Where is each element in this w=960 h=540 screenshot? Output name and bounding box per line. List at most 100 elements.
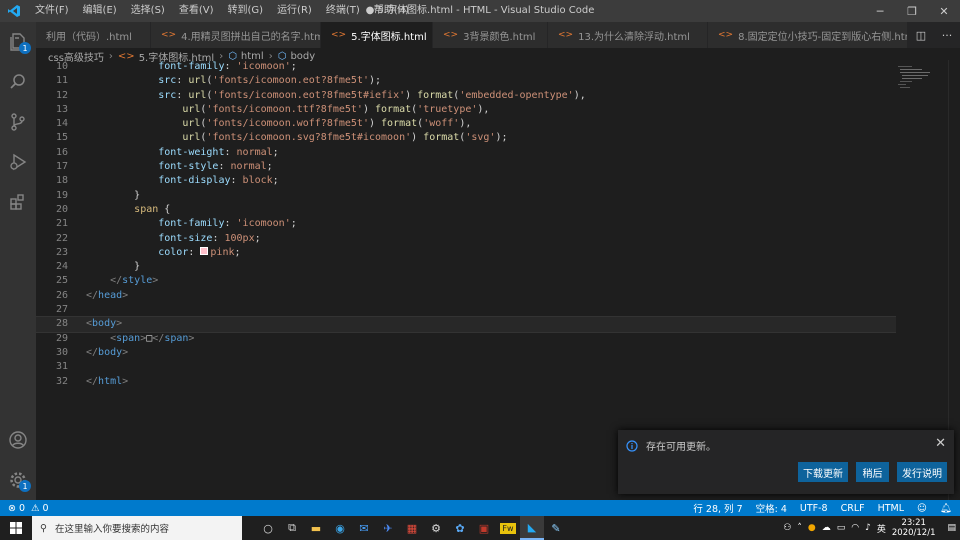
tab-file-3-active[interactable]: <>5.字体图标.html● bbox=[321, 22, 433, 48]
source-control-icon[interactable] bbox=[0, 102, 36, 142]
clock[interactable]: 23:21 2020/12/1 bbox=[892, 518, 936, 538]
menu-edit[interactable]: 编辑(E) bbox=[76, 0, 124, 22]
code-line[interactable]: 10 font-family: 'icomoon'; bbox=[36, 60, 896, 74]
app-tray-icon[interactable]: ● bbox=[808, 523, 816, 533]
file-explorer-icon[interactable]: ▬ bbox=[304, 516, 328, 540]
ime-indicator[interactable]: 英 bbox=[877, 522, 886, 535]
tab-file-6[interactable]: <> 8.固定定位小技巧-固定到版心右侧.html bbox=[708, 22, 908, 48]
code-line[interactable]: 26 </head> bbox=[36, 289, 896, 303]
tab-file-1[interactable]: 利用（代码）.html bbox=[36, 22, 151, 48]
volume-icon[interactable]: ♪ bbox=[865, 523, 871, 533]
line-ending[interactable]: CRLF bbox=[841, 503, 865, 514]
mindmap-icon[interactable]: ▣ bbox=[472, 516, 496, 540]
code-line[interactable]: 15 url('fonts/icomoon.svg?8fme5t#icomoon… bbox=[36, 131, 896, 145]
code-line[interactable]: 21 font-family: 'icomoon'; bbox=[36, 217, 896, 231]
settings-gear-icon[interactable]: 1 bbox=[0, 460, 36, 500]
edge-browser-icon[interactable]: ◉ bbox=[328, 516, 352, 540]
task-view-icon[interactable]: ⧉ bbox=[280, 516, 304, 540]
search-icon[interactable] bbox=[0, 62, 36, 102]
tab-file-2[interactable]: <> 4.用精灵图拼出自己的名字.html bbox=[151, 22, 321, 48]
line-number: 28 bbox=[55, 318, 68, 330]
code-line[interactable]: 16 font-weight: normal; bbox=[36, 146, 896, 160]
tab-file-5[interactable]: <> 13.为什么清除浮动.html bbox=[548, 22, 708, 48]
people-icon[interactable]: ⚇ bbox=[783, 523, 791, 533]
cloud-icon[interactable]: ☁ bbox=[822, 523, 831, 533]
code-text: url('fonts/icomoon.svg?8fme5t#icomoon') … bbox=[182, 132, 508, 144]
menu-go[interactable]: 转到(G) bbox=[221, 0, 271, 22]
code-line[interactable]: 29 <span>□</span> bbox=[36, 332, 896, 346]
feedback-icon[interactable]: ☺ bbox=[917, 503, 927, 514]
cortana-icon[interactable]: ○ bbox=[256, 516, 280, 540]
minimap[interactable] bbox=[896, 60, 946, 100]
language-mode[interactable]: HTML bbox=[878, 503, 904, 514]
code-line[interactable]: 12 src: url('fonts/icomoon.eot?8fme5t#ie… bbox=[36, 89, 896, 103]
windows-start-icon[interactable] bbox=[0, 516, 32, 540]
code-text: span { bbox=[134, 203, 171, 215]
minimize-icon[interactable]: ─ bbox=[864, 0, 896, 22]
code-line[interactable]: 11 src: url('fonts/icomoon.eot?8fme5t'); bbox=[36, 74, 896, 88]
restore-icon[interactable]: ❐ bbox=[896, 0, 928, 22]
action-center-icon[interactable]: ▤ bbox=[947, 523, 956, 533]
code-line[interactable]: 32 </html> bbox=[36, 375, 896, 389]
settings-icon[interactable]: ⚙ bbox=[424, 516, 448, 540]
split-editor-icon[interactable]: ◫ bbox=[908, 22, 934, 48]
code-line[interactable]: 24 } bbox=[36, 260, 896, 274]
code-line[interactable]: 31 bbox=[36, 360, 896, 374]
code-line[interactable]: 25 </style> bbox=[36, 274, 896, 288]
notifications-bell-icon[interactable]: 🔔︎ bbox=[940, 503, 952, 514]
show-hidden-icon[interactable]: ˄ bbox=[797, 523, 802, 533]
encoding[interactable]: UTF-8 bbox=[800, 503, 828, 514]
fireworks-icon[interactable]: Fw bbox=[496, 516, 520, 540]
code-line[interactable]: 18 font-display: block; bbox=[36, 174, 896, 188]
code-text: color: pink; bbox=[158, 246, 241, 258]
line-number: 20 bbox=[55, 203, 68, 215]
download-update-button[interactable]: 下载更新 bbox=[798, 462, 848, 482]
notepad-icon[interactable]: ✎ bbox=[544, 516, 568, 540]
close-notification-icon[interactable]: ✕ bbox=[935, 436, 946, 451]
accounts-icon[interactable] bbox=[0, 420, 36, 460]
code-line[interactable]: 19 } bbox=[36, 189, 896, 203]
line-number: 27 bbox=[55, 304, 68, 316]
code-line[interactable]: 22 font-size: 100px; bbox=[36, 232, 896, 246]
vscode-logo-icon bbox=[0, 0, 28, 22]
later-button[interactable]: 稍后 bbox=[856, 462, 889, 482]
code-line[interactable]: 14 url('fonts/icomoon.woff?8fme5t') form… bbox=[36, 117, 896, 131]
tab-label: 3背景颜色.html bbox=[463, 31, 536, 43]
close-window-icon[interactable]: ✕ bbox=[928, 0, 960, 22]
release-notes-button[interactable]: 发行说明 bbox=[897, 462, 947, 482]
mail-icon[interactable]: ✉ bbox=[352, 516, 376, 540]
explorer-icon[interactable]: 1 bbox=[0, 22, 36, 62]
code-line[interactable]: 13 url('fonts/icomoon.ttf?8fme5t') forma… bbox=[36, 103, 896, 117]
code-line[interactable]: 30 </body> bbox=[36, 346, 896, 360]
run-debug-icon[interactable] bbox=[0, 142, 36, 182]
tab-file-4[interactable]: <> 3背景颜色.html bbox=[433, 22, 548, 48]
code-text: font-family: 'icomoon'; bbox=[158, 61, 297, 72]
html-file-icon: <> bbox=[443, 30, 459, 40]
vscode-taskbar-icon[interactable]: ◣ bbox=[520, 516, 544, 540]
taskbar-search-input[interactable]: ⚲ 在这里输入你要搜索的内容 bbox=[32, 516, 242, 540]
clock-date: 2020/12/1 bbox=[891, 528, 936, 538]
battery-icon[interactable]: ▭ bbox=[837, 523, 846, 533]
code-line[interactable]: 27 bbox=[36, 303, 896, 317]
code-text: src: url('fonts/icomoon.eot?8fme5t#iefix… bbox=[158, 89, 586, 101]
code-line[interactable]: 17 font-style: normal; bbox=[36, 160, 896, 174]
problems-status[interactable]: ⊗ 0 ⚠ 0 bbox=[0, 503, 49, 514]
menu-terminal[interactable]: 终端(T) bbox=[319, 0, 367, 22]
code-line[interactable]: 28 <body> bbox=[36, 316, 896, 333]
wifi-icon[interactable]: ◠ bbox=[851, 523, 859, 533]
code-text: font-display: block; bbox=[158, 175, 279, 187]
extensions-icon[interactable] bbox=[0, 182, 36, 222]
menu-run[interactable]: 运行(R) bbox=[270, 0, 319, 22]
network-app-icon[interactable]: ✿ bbox=[448, 516, 472, 540]
menu-selection[interactable]: 选择(S) bbox=[124, 0, 172, 22]
menu-help[interactable]: 帮助(H) bbox=[367, 0, 416, 22]
feishu-icon[interactable]: ✈ bbox=[376, 516, 400, 540]
more-actions-icon[interactable]: ··· bbox=[934, 22, 960, 48]
code-line[interactable]: 23 color: pink; bbox=[36, 246, 896, 260]
app-grid-icon[interactable]: ▦ bbox=[400, 516, 424, 540]
code-line[interactable]: 20 span { bbox=[36, 203, 896, 217]
menu-view[interactable]: 查看(V) bbox=[172, 0, 221, 22]
cursor-position[interactable]: 行 28, 列 7 bbox=[693, 501, 742, 515]
indentation[interactable]: 空格: 4 bbox=[756, 501, 787, 515]
menu-file[interactable]: 文件(F) bbox=[28, 0, 76, 22]
